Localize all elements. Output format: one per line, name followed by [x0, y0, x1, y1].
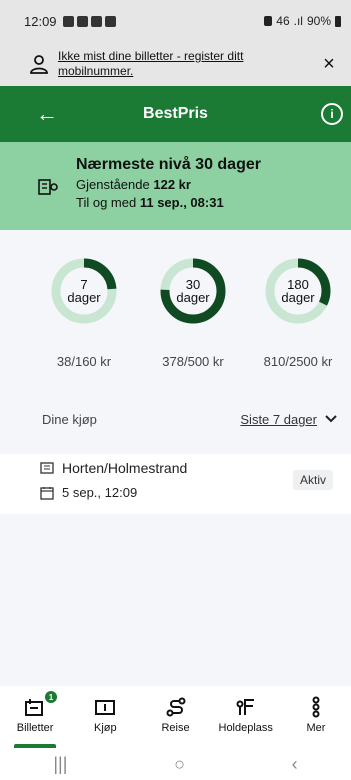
register-banner: Ikke mist dine billetter - register ditt…: [0, 42, 351, 86]
level-unit: dager: [176, 290, 210, 305]
status-bar: 12:09 46 .ıl 90%: [0, 0, 351, 42]
level-ring-180: 180 dager: [263, 256, 333, 326]
app-icon: [90, 15, 102, 27]
purchases-header: Dine kjøp Siste 7 dager: [0, 390, 351, 448]
level-ring-7: 7 dager: [49, 256, 119, 326]
until-line: Til og med 11 sep., 08:31: [76, 195, 339, 210]
nearest-level-heading: Nærmeste nivå 30 dager: [76, 156, 261, 173]
tickets-icon: [25, 699, 44, 716]
stop-icon: [236, 699, 254, 715]
status-time: 12:09: [24, 13, 57, 29]
levels-progress: 7 dager 30 dager 180 dager 38/160 kr 378…: [0, 230, 351, 390]
level-amount: 810/2500 kr: [263, 354, 333, 369]
level-unit: dager: [67, 290, 101, 305]
lock-icon: [264, 16, 273, 26]
ticket-count-badge: 1: [45, 691, 57, 703]
system-nav: ||| ○ ‹: [0, 748, 351, 780]
battery-icon: [335, 15, 341, 27]
until-value: 11 sep., 08:31: [139, 195, 224, 210]
remaining-line: Gjenstående 122 kr: [76, 177, 339, 192]
level-amount: 378/500 kr: [162, 354, 224, 369]
nav-kjop[interactable]: Kjøp: [70, 686, 140, 748]
level-unit: dager: [281, 290, 315, 305]
info-button[interactable]: i: [321, 103, 343, 125]
nav-label: Holdeplass: [218, 722, 273, 734]
battery-label: 90%: [306, 14, 331, 28]
remaining-value: 122 kr: [153, 177, 191, 192]
nav-label: Reise: [161, 722, 190, 734]
nav-label: Mer: [306, 722, 326, 734]
ticket-date: 5 sep., 12:09: [40, 485, 137, 500]
nav-billetter[interactable]: 1 Billetter: [0, 686, 70, 748]
remaining-label: Gjenstående: [76, 177, 150, 192]
ticket-route: Horten/Holmestrand: [40, 460, 187, 476]
nav-label: Kjøp: [93, 722, 117, 734]
back-button[interactable]: ←: [36, 103, 58, 125]
purchases-label: Dine kjøp: [42, 411, 97, 427]
ticket-icon: [40, 462, 54, 474]
more-icon: [312, 696, 320, 718]
status-badge: Aktiv: [292, 470, 333, 490]
notification-icons: [62, 15, 116, 27]
chevron-down-icon[interactable]: [325, 415, 337, 423]
level-amount: 38/160 kr: [56, 354, 112, 369]
status-right: 46 .ıl 90%: [264, 14, 341, 28]
mail-icon: [104, 15, 116, 27]
route-icon: [166, 697, 185, 717]
buy-ticket-icon: [95, 700, 116, 715]
nav-holdeplass[interactable]: Holdeplass: [211, 686, 281, 748]
period-filter[interactable]: Siste 7 dager: [240, 412, 337, 427]
app-header: ← BestPris i: [0, 86, 351, 142]
date-label: 5 sep., 12:09: [62, 485, 138, 500]
empty-area: [0, 514, 351, 686]
ticket-row[interactable]: Horten/Holmestrand 5 sep., 12:09 Aktiv: [0, 454, 351, 514]
nav-reise[interactable]: Reise: [140, 686, 210, 748]
system-back-button[interactable]: ‹: [292, 754, 298, 775]
register-link[interactable]: Ikke mist dine billetter - register ditt…: [58, 49, 311, 79]
period-filter-link[interactable]: Siste 7 dager: [240, 412, 317, 427]
calendar-icon: [40, 486, 54, 500]
route-label: Horten/Holmestrand: [62, 460, 188, 476]
nav-label: Billetter: [16, 722, 54, 734]
ticket-discount-icon: [38, 179, 58, 195]
signal-icon: .ıl: [293, 14, 303, 28]
close-banner-button[interactable]: ×: [319, 53, 339, 76]
until-label: Til og med: [76, 195, 137, 210]
signal-label: 46: [276, 14, 290, 28]
recents-button[interactable]: |||: [53, 754, 67, 775]
nav-mer[interactable]: Mer: [281, 686, 351, 748]
home-button[interactable]: ○: [174, 754, 185, 775]
nearest-level-card: Nærmeste nivå 30 dager Gjenstående 122 k…: [0, 142, 351, 230]
bottom-nav: 1 Billetter Kjøp Reise Holdeplass Mer: [0, 686, 351, 748]
app-icon: [62, 15, 74, 27]
level-ring-30: 30 dager: [158, 256, 228, 326]
app-icon: [76, 15, 88, 27]
user-icon: [30, 55, 48, 74]
